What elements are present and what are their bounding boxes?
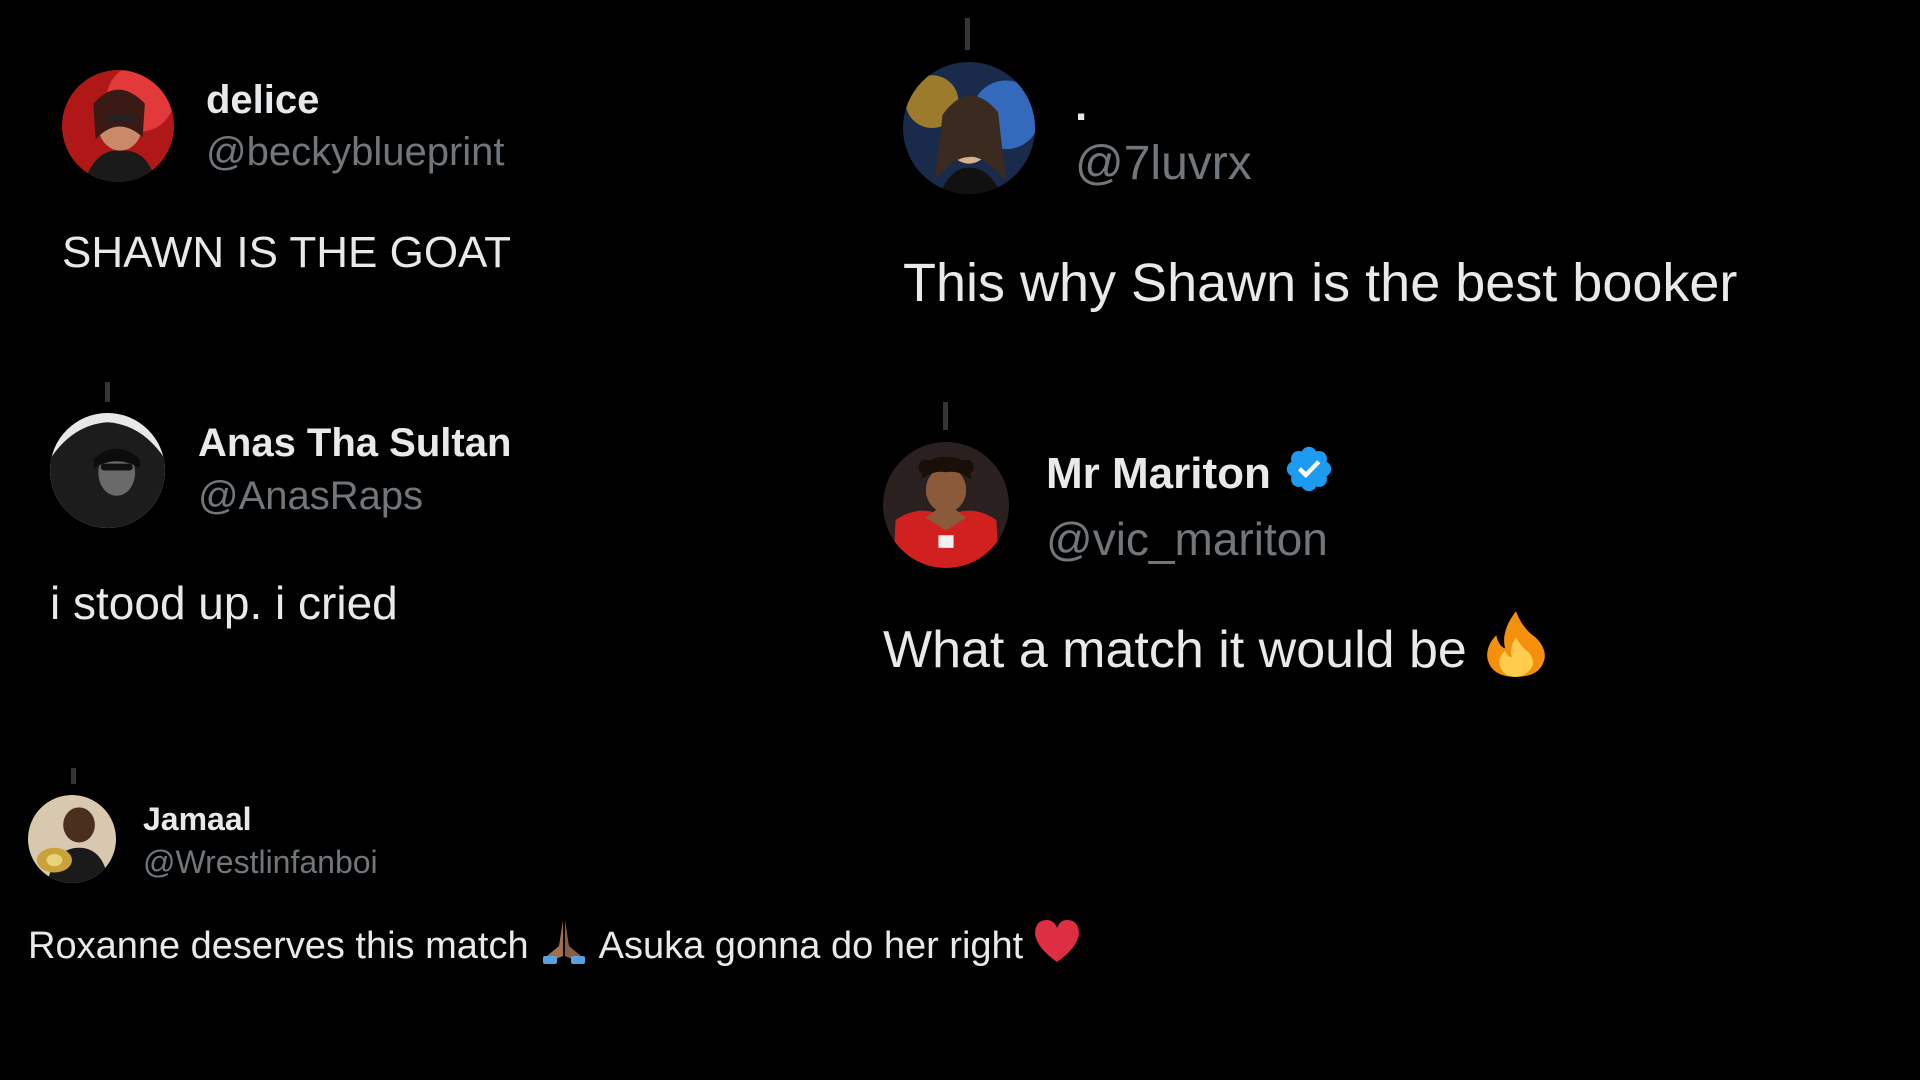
tweet-text: SHAWN IS THE GOAT [62,228,512,277]
tweet-vic-mariton[interactable]: Mr Mariton @vic_mariton What a match it … [880,400,1920,730]
folded-hands-emoji-icon [539,916,589,976]
tweet-wrestlinfanboi[interactable]: Jamaal @Wrestlinfanboi Roxanne deserves … [0,760,1400,1020]
tweet-text-row: What a match it would be [883,610,1549,688]
tweet-text-row: Roxanne deserves this match Asuka gonna … [28,918,1081,974]
tweet-delice[interactable]: delice @beckyblueprint SHAWN IS THE GOAT [0,0,860,360]
avatar-wrestlinfanboi[interactable] [28,795,116,883]
tweet-7luvrx[interactable]: . @7luvrx This why Shawn is the best boo… [880,0,1920,380]
avatar-image [903,62,1035,194]
avatar-image [50,413,165,528]
avatar-image [28,795,116,883]
user-handle[interactable]: @beckyblueprint [206,130,505,175]
avatar-vic-mariton[interactable] [883,442,1009,568]
avatar-image [62,70,174,182]
tweet-anasraps[interactable]: Anas Tha Sultan @AnasRaps i stood up. i … [0,380,860,700]
avatar-anasraps[interactable] [50,413,165,528]
tweet-text: This why Shawn is the best booker [903,253,1738,313]
display-name[interactable]: delice [206,74,319,126]
display-name[interactable]: Anas Tha Sultan [198,418,511,468]
user-handle[interactable]: @AnasRaps [198,474,423,519]
display-name[interactable]: Mr Mariton [1046,446,1335,502]
avatar-7luvrx[interactable] [903,62,1035,194]
display-name[interactable]: Jamaal [143,798,252,840]
user-handle[interactable]: @Wrestlinfanboi [143,844,378,881]
user-handle[interactable]: @7luvrx [1075,136,1252,191]
tweet-text-part1: Roxanne deserves this match [28,924,529,967]
tweet-text-part2: Asuka gonna do her right [598,924,1024,967]
red-heart-emoji-icon [1033,918,1081,974]
display-name[interactable]: . [1075,80,1087,132]
avatar-image [883,442,1009,568]
user-handle[interactable]: @vic_mariton [1046,512,1328,566]
tweet-text: What a match it would be [883,621,1467,679]
tweet-text: i stood up. i cried [50,577,398,629]
verified-badge-icon[interactable] [1283,443,1335,506]
display-name-text: Mr Mariton [1046,449,1271,498]
fire-emoji-icon [1483,609,1549,692]
avatar-delice[interactable] [62,70,174,182]
